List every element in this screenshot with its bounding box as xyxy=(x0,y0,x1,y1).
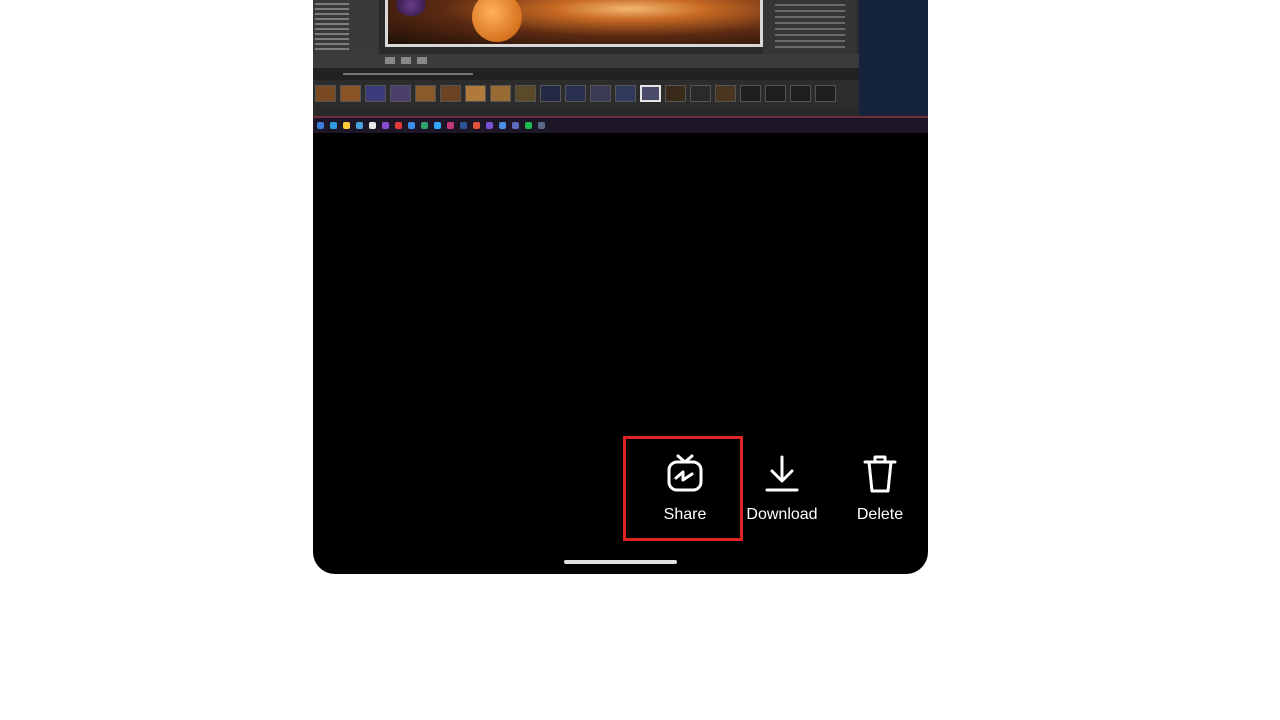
share-button[interactable]: Share xyxy=(630,440,740,536)
side-panel xyxy=(859,0,928,116)
screenshot-preview-image xyxy=(313,0,928,133)
download-label: Download xyxy=(746,506,818,523)
share-label: Share xyxy=(663,506,707,523)
folder-panel xyxy=(313,0,379,54)
main-photo xyxy=(385,0,763,47)
igtv-icon xyxy=(667,454,703,492)
filmstrip-breadcrumb xyxy=(313,68,859,80)
photo-toolbar xyxy=(313,54,859,68)
filmstrip xyxy=(313,80,859,108)
delete-button[interactable]: Delete xyxy=(825,440,935,536)
delete-label: Delete xyxy=(856,506,904,523)
taskbar xyxy=(313,116,928,133)
download-icon xyxy=(765,455,799,492)
develop-panel xyxy=(763,0,857,54)
download-button[interactable]: Download xyxy=(727,440,837,536)
trash-icon xyxy=(863,455,897,493)
home-indicator[interactable] xyxy=(564,560,677,564)
